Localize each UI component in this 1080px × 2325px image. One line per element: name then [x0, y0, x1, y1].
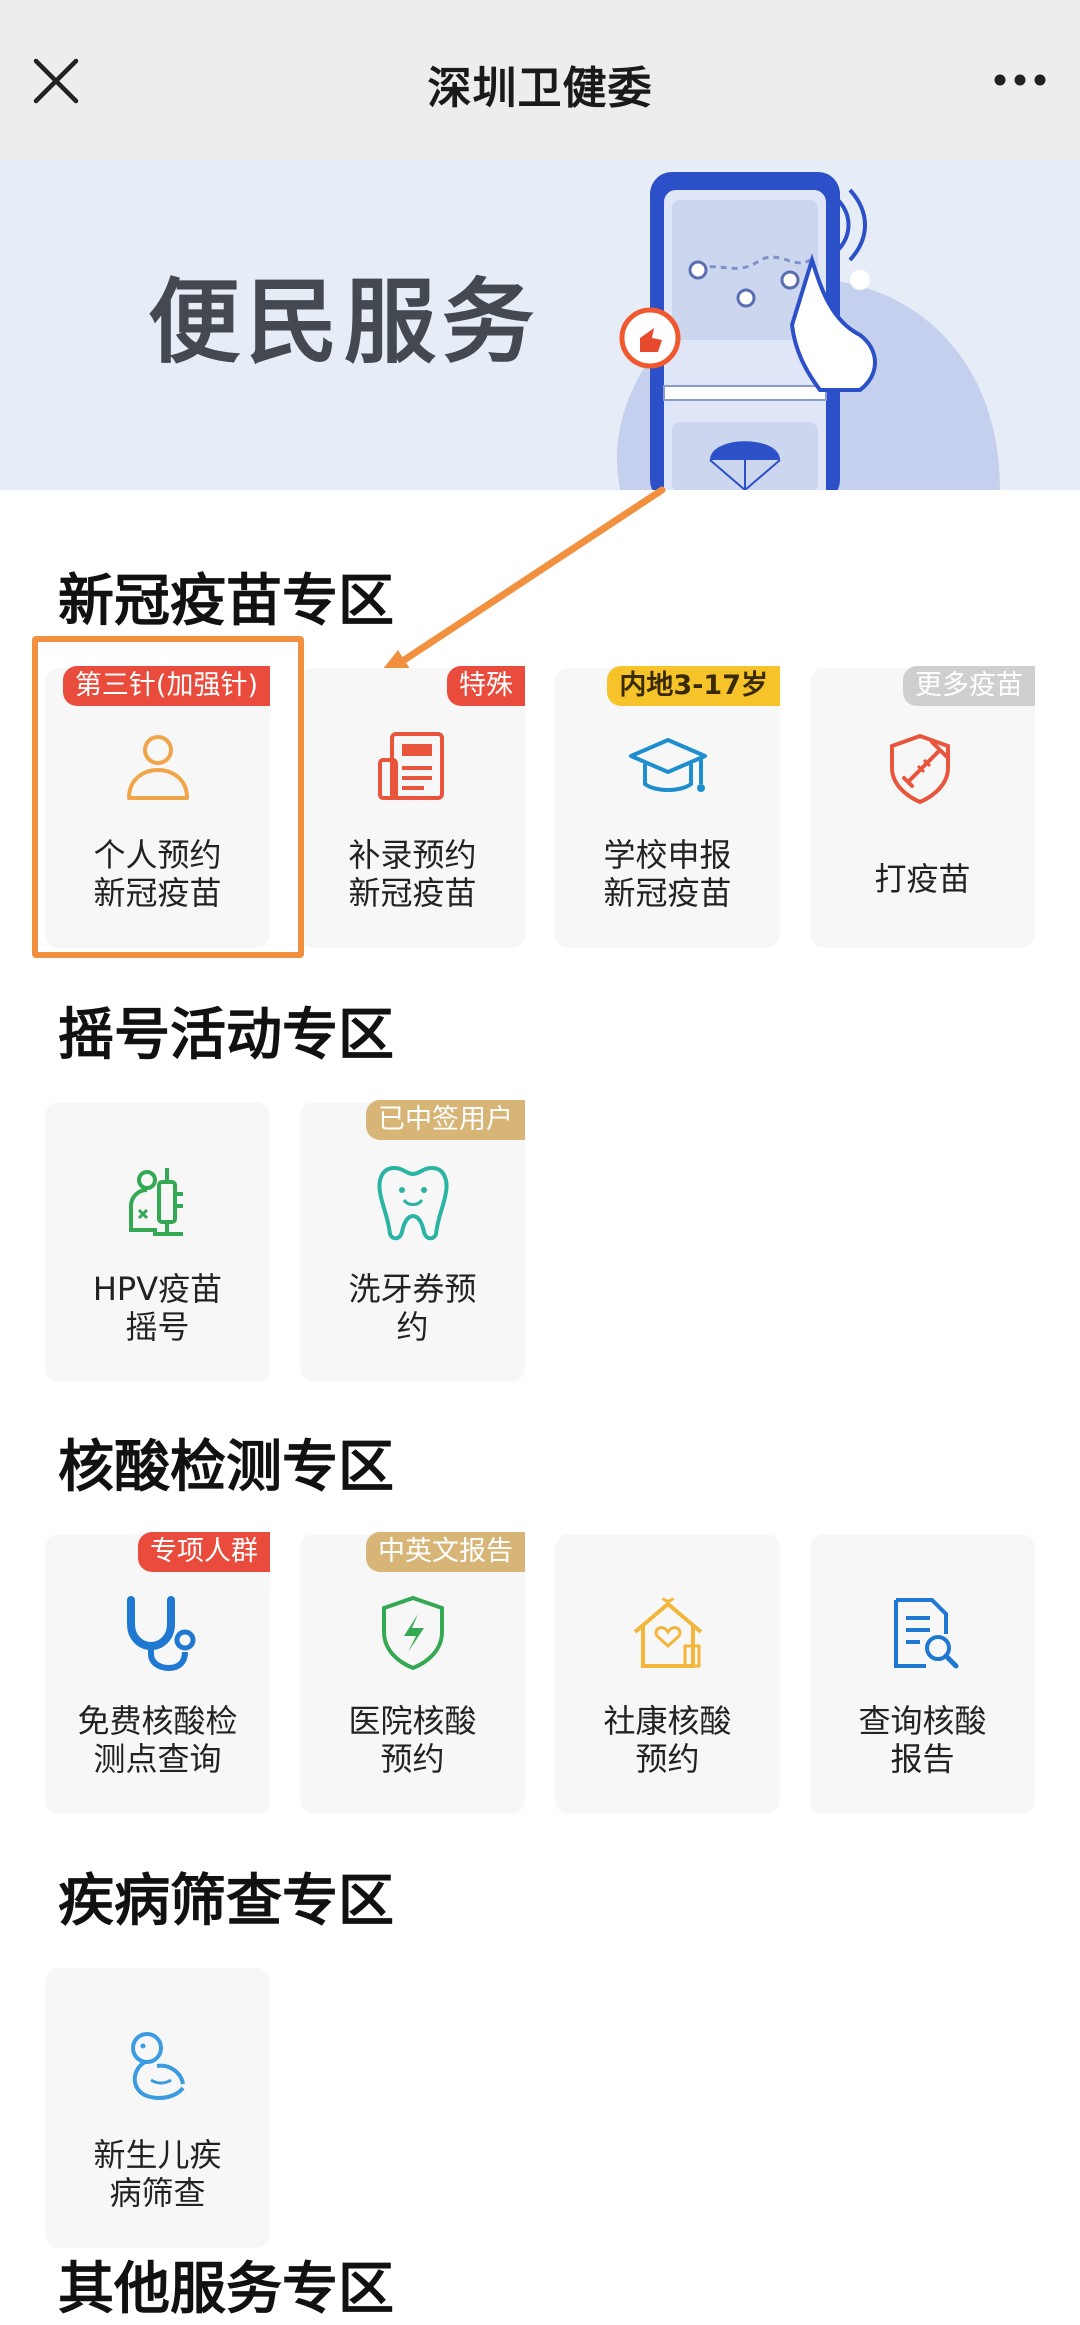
- badge-winning-users: 已中签用户: [366, 1100, 525, 1140]
- card-label: 医院核酸 预约: [348, 1702, 477, 1778]
- vaccine-shield-icon: [890, 733, 950, 805]
- card-label: 免费核酸检 测点查询: [77, 1702, 238, 1778]
- card-get-vaccinated[interactable]: 更多疫苗 打疫苗: [810, 666, 1035, 948]
- badge-more-vaccines: 更多疫苗: [903, 666, 1035, 706]
- card-label: 新生儿疾 病筛查: [93, 2136, 222, 2212]
- badge-age-range: 内地3-17岁: [607, 666, 780, 706]
- card-label: HPV疫苗 摇号: [92, 1270, 223, 1346]
- graduation-cap-icon: [629, 738, 707, 792]
- badge-special-groups: 专项人群: [138, 1532, 270, 1572]
- card-label: 打疫苗: [874, 860, 971, 898]
- badge-bilingual-report: 中英文报告: [366, 1532, 525, 1572]
- card-supplementary-booking[interactable]: 特殊 补录预约 新冠疫苗: [300, 666, 525, 948]
- card-hospital-test-booking[interactable]: 中英文报告 医院核酸 预约: [300, 1532, 525, 1814]
- hpv-vaccine-icon: [129, 1168, 183, 1236]
- section-title-screening: 疾病筛查专区: [58, 1869, 394, 1934]
- card-label: 学校申报 新冠疫苗: [603, 836, 732, 912]
- banner: 便民服务: [0, 160, 1080, 490]
- section-title-covid-vaccine: 新冠疫苗专区: [58, 569, 394, 634]
- card-community-test-booking[interactable]: 社康核酸 预约: [555, 1534, 780, 1814]
- community-house-icon: [633, 1597, 703, 1668]
- card-dental-cleaning[interactable]: 已中签用户 洗牙券预约: [300, 1100, 525, 1382]
- badge-special: 特殊: [447, 666, 525, 706]
- section-title-lottery: 摇号活动专区: [58, 1003, 394, 1068]
- section-title-nucleic-acid: 核酸检测专区: [58, 1435, 394, 1500]
- phone-illustration-icon: [616, 172, 1000, 490]
- card-query-test-report[interactable]: 查询核酸 报告: [810, 1534, 1035, 1814]
- card-newborn-screening[interactable]: 新生儿疾 病筛查: [45, 1968, 270, 2248]
- page-title: 深圳卫健委: [427, 63, 653, 114]
- banner-title: 便民服务: [148, 269, 541, 376]
- tooth-icon: [377, 1165, 449, 1241]
- card-free-test-sites[interactable]: 专项人群 免费核酸检 测点查询: [45, 1532, 270, 1814]
- shield-bolt-icon: [382, 1595, 444, 1671]
- card-hpv-lottery[interactable]: HPV疫苗 摇号: [45, 1102, 270, 1382]
- stethoscope-icon: [127, 1596, 196, 1672]
- card-school-declaration[interactable]: 内地3-17岁 学校申报 新冠疫苗: [555, 666, 780, 948]
- section-title-other-services: 其他服务专区: [58, 2257, 394, 2322]
- card-label: 补录预约 新冠疫苗: [348, 836, 477, 912]
- highlight-box: [32, 636, 304, 958]
- form-document-icon: [378, 732, 444, 800]
- card-label: 查询核酸 报告: [858, 1702, 987, 1778]
- more-options-icon[interactable]: [990, 60, 1050, 100]
- card-label: 社康核酸 预约: [603, 1702, 732, 1778]
- newborn-icon: [131, 2032, 185, 2100]
- card-label: 洗牙券预约: [348, 1270, 477, 1346]
- top-nav-bar: 深圳卫健委: [0, 0, 1080, 160]
- report-search-icon: [894, 1598, 959, 1669]
